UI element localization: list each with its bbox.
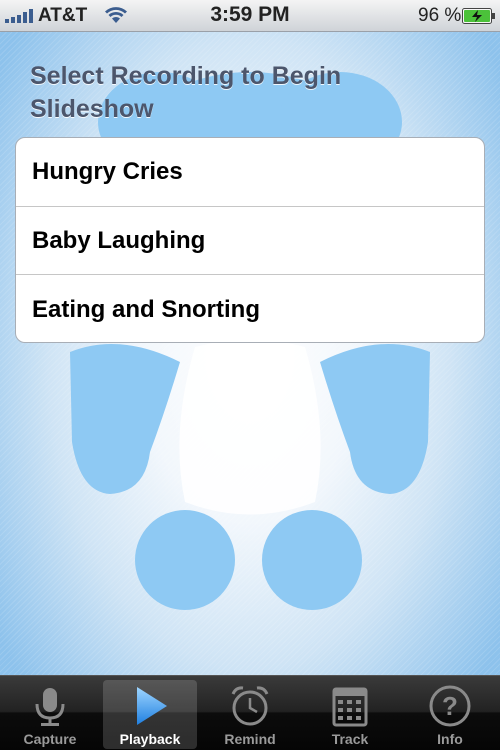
tab-bar: Capture Playback Remind Track ? Info [0, 675, 500, 750]
tab-playback[interactable]: Playback [103, 680, 197, 749]
tab-remind[interactable]: Remind [203, 680, 297, 749]
recording-list: Hungry Cries Baby Laughing Eating and Sn… [15, 137, 485, 343]
tab-label-capture: Capture [23, 731, 77, 747]
page-title: Select Recording to Begin Slideshow [30, 62, 342, 123]
tab-capture[interactable]: Capture [3, 680, 97, 749]
status-bar: AT&T 3:59 PM 96 % [0, 0, 500, 32]
svg-text:?: ? [442, 691, 458, 721]
tab-label-track: Track [331, 731, 369, 747]
tab-label-playback: Playback [119, 731, 181, 747]
battery-percent: 96 % [418, 5, 462, 26]
recording-item-eating-and-snorting[interactable]: Eating and Snorting [16, 274, 484, 342]
tab-label-info: Info [437, 731, 463, 747]
tab-info[interactable]: ? Info [403, 680, 497, 749]
recording-item-hungry-cries[interactable]: Hungry Cries [16, 138, 484, 206]
slideshow-screen: Select Recording to Begin Slideshow Hung… [0, 32, 500, 675]
microphone-icon [35, 688, 65, 726]
baby-silhouette-art [70, 72, 430, 610]
recording-item-baby-laughing[interactable]: Baby Laughing [16, 206, 484, 274]
tab-label-remind: Remind [224, 731, 276, 747]
play-icon [137, 687, 167, 725]
calendar-icon [332, 687, 368, 727]
question-icon: ? [429, 685, 471, 727]
battery-charging-icon [462, 8, 495, 24]
alarm-clock-icon [231, 686, 269, 726]
tab-track[interactable]: Track [303, 680, 397, 749]
